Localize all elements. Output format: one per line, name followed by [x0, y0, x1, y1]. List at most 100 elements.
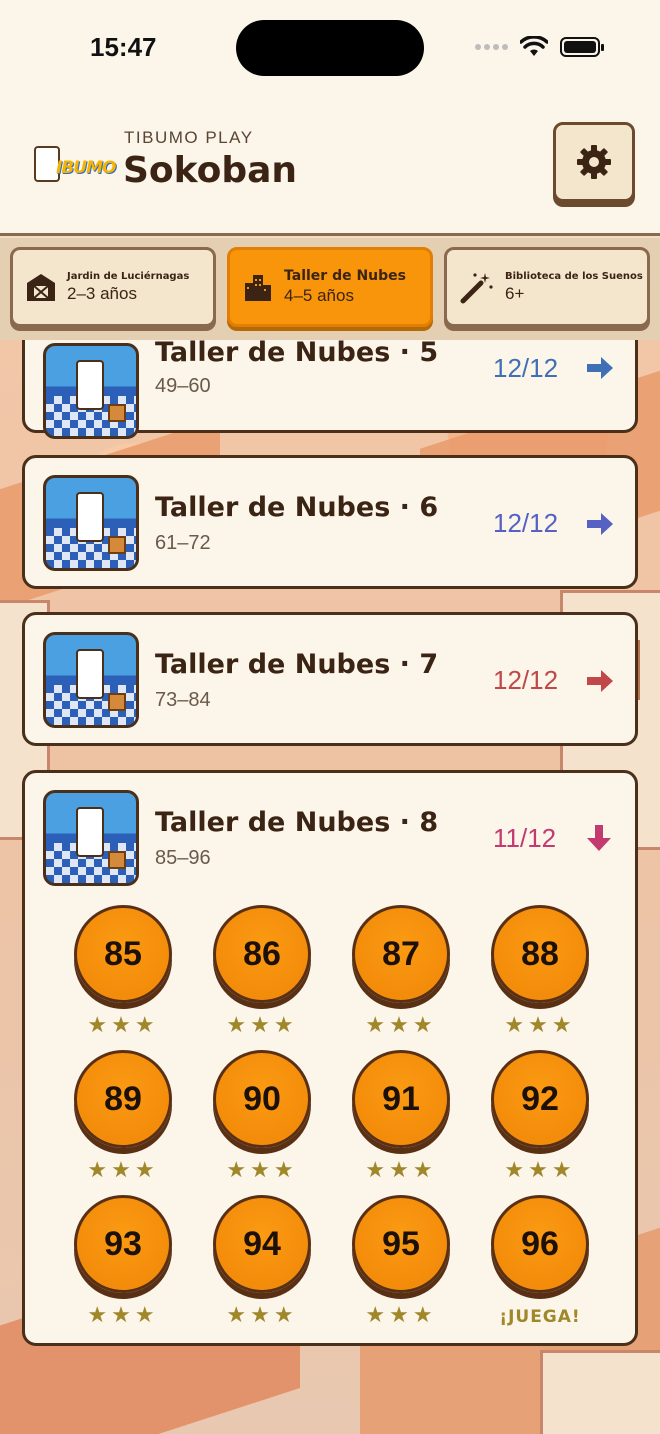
world-thumbnail [43, 790, 139, 886]
tab-age: 6+ [505, 283, 525, 303]
gear-icon [577, 145, 611, 179]
level-number: 92 [491, 1050, 589, 1148]
arrow-down-icon[interactable] [585, 823, 613, 853]
world-level-range: 73–84 [155, 689, 211, 711]
tab-label: Biblioteca de los Suenos [505, 270, 643, 282]
dynamic-island [236, 20, 424, 76]
tab-age: 4–5 años [284, 286, 354, 305]
star-icon: ★ [250, 1303, 274, 1328]
world-progress: 12/12 [493, 508, 559, 538]
star-rating: ★★★ [351, 1015, 451, 1037]
star-icon: ★ [87, 1158, 112, 1183]
world-title: Taller de Nubes · 7 [155, 649, 439, 680]
arrow-right-icon [587, 513, 613, 535]
star-icon: ★ [134, 1013, 159, 1038]
level-button-89[interactable]: 89 ★★★ [73, 1050, 173, 1182]
level-button-94[interactable]: 94 ★★★ [212, 1195, 312, 1327]
world-level-range: 61–72 [155, 532, 211, 554]
star-icon: ★ [389, 1158, 413, 1183]
brand-subtitle: TIBUMO PLAY [124, 128, 254, 147]
level-button-90[interactable]: 90 ★★★ [212, 1050, 312, 1182]
world-title: Taller de Nubes · 5 [155, 337, 439, 368]
tab-biblioteca-de-los-suenos[interactable]: Biblioteca de los Suenos 6+ [444, 247, 650, 327]
level-button-86[interactable]: 86 ★★★ [212, 905, 312, 1037]
star-rating: ★★★ [73, 1015, 173, 1037]
level-number: 89 [74, 1050, 172, 1148]
world-thumbnail [43, 632, 139, 728]
level-number: 85 [74, 905, 172, 1003]
world-title: Taller de Nubes · 6 [155, 492, 439, 523]
level-button-88[interactable]: 88 ★★★ [490, 905, 590, 1037]
age-group-tabs: Jardin de Luciérnagas 2–3 años Taller de… [0, 238, 660, 340]
star-icon: ★ [226, 1303, 251, 1328]
buildings-icon [245, 275, 271, 301]
level-button-91[interactable]: 91 ★★★ [351, 1050, 451, 1182]
world-thumbnail [43, 475, 139, 571]
star-icon: ★ [412, 1013, 437, 1038]
star-rating: ★★★ [351, 1305, 451, 1327]
star-icon: ★ [365, 1303, 390, 1328]
star-icon: ★ [250, 1013, 274, 1038]
star-icon: ★ [273, 1158, 298, 1183]
barn-icon [27, 274, 55, 301]
world-card-7[interactable]: Taller de Nubes · 7 73–84 12/12 [22, 612, 638, 746]
star-rating: ★★★ [490, 1160, 590, 1182]
star-icon: ★ [134, 1158, 159, 1183]
star-rating: ★★★ [351, 1160, 451, 1182]
star-rating: ★★★ [212, 1015, 312, 1037]
star-icon: ★ [551, 1013, 576, 1038]
star-rating: ★★★ [490, 1015, 590, 1037]
page-title: Sokoban [123, 150, 298, 191]
star-icon: ★ [111, 1158, 135, 1183]
cellular-signal-icon [475, 44, 508, 50]
world-title: Taller de Nubes · 8 [155, 807, 439, 838]
level-button-87[interactable]: 87 ★★★ [351, 905, 451, 1037]
star-icon: ★ [273, 1303, 298, 1328]
world-level-range: 85–96 [155, 847, 211, 869]
status-time: 15:47 [90, 32, 157, 62]
star-icon: ★ [504, 1013, 529, 1038]
star-rating: ★★★ [212, 1160, 312, 1182]
level-number: 91 [352, 1050, 450, 1148]
star-icon: ★ [365, 1158, 390, 1183]
star-icon: ★ [87, 1013, 112, 1038]
settings-button[interactable] [553, 122, 635, 202]
world-progress: 12/12 [493, 665, 559, 695]
star-icon: ★ [111, 1013, 135, 1038]
world-thumbnail [43, 343, 139, 439]
star-rating: ★★★ [212, 1305, 312, 1327]
star-icon: ★ [551, 1158, 576, 1183]
tab-jardin-de-luciernagas[interactable]: Jardin de Luciérnagas 2–3 años [10, 247, 216, 327]
world-level-range: 49–60 [155, 375, 211, 397]
play-label: ¡JUEGA! [499, 1307, 581, 1327]
star-icon: ★ [528, 1013, 552, 1038]
star-icon: ★ [87, 1303, 112, 1328]
level-number: 95 [352, 1195, 450, 1293]
world-card-8-expanded: Taller de Nubes · 8 85–96 11/12 85 ★★★ 86 ★… [22, 770, 638, 1346]
star-rating: ★★★ [73, 1160, 173, 1182]
status-bar: 15:47 [0, 0, 660, 100]
arrow-right-icon [587, 357, 613, 379]
star-icon: ★ [226, 1013, 251, 1038]
level-number: 90 [213, 1050, 311, 1148]
level-button-96[interactable]: 96 ¡JUEGA! [490, 1195, 590, 1327]
star-rating: ★★★ [73, 1305, 173, 1327]
tab-taller-de-nubes[interactable]: Taller de Nubes 4–5 años [227, 247, 433, 327]
magic-wand-icon [460, 273, 493, 304]
level-number: 93 [74, 1195, 172, 1293]
star-icon: ★ [226, 1158, 251, 1183]
battery-icon [560, 37, 604, 57]
star-icon: ★ [111, 1303, 135, 1328]
world-card-6[interactable]: Taller de Nubes · 6 61–72 12/12 [22, 455, 638, 589]
star-icon: ★ [389, 1013, 413, 1038]
level-button-85[interactable]: 85 ★★★ [73, 905, 173, 1037]
tab-label: Taller de Nubes [284, 268, 406, 284]
level-button-92[interactable]: 92 ★★★ [490, 1050, 590, 1182]
level-button-95[interactable]: 95 ★★★ [351, 1195, 451, 1327]
level-number: 94 [213, 1195, 311, 1293]
status-icons [475, 36, 604, 58]
star-icon: ★ [412, 1303, 437, 1328]
level-button-93[interactable]: 93 ★★★ [73, 1195, 173, 1327]
level-number: 88 [491, 905, 589, 1003]
world-progress: 12/12 [493, 353, 559, 383]
